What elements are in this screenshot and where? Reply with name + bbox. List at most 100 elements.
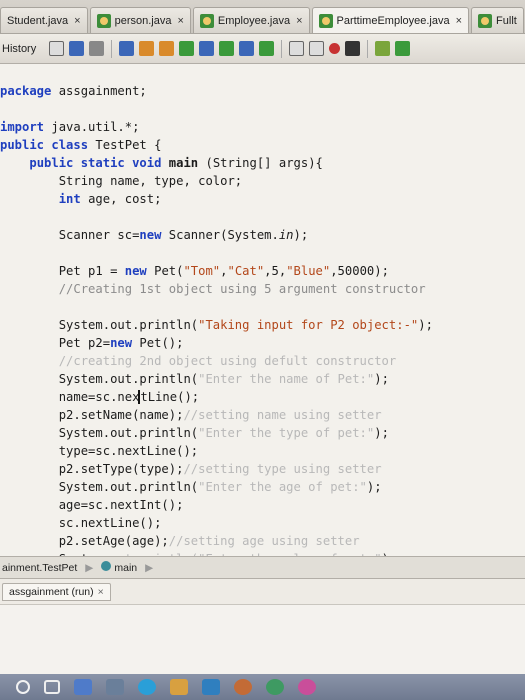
code-line: System.out.println("Enter the name of Pe… [0,370,525,388]
toggle-highlight-icon[interactable] [179,41,195,56]
tab-label: Fullt [496,14,517,27]
code-text: Pet p2= [58,336,111,350]
netbeans-icon[interactable] [234,679,252,695]
code-text: Pet p1 = [58,264,125,278]
editor-tab-strip: Student.java × person.java × Employee.ja… [0,0,525,34]
code-string: "Taking input for P2 object:-" [198,318,419,332]
code-text: ,50000); [330,264,389,278]
toolbar-separator [367,39,369,58]
toolbar-separator [281,39,283,58]
code-comment: //Creating 1st object using 5 argument c… [58,282,426,296]
code-line: name=sc.nextLine(); [0,388,525,406]
tab-employee-java[interactable]: Employee.java × [192,7,310,33]
folder-icon[interactable] [170,679,188,695]
code-text: type=sc.nextLine(); [58,444,199,458]
output-tab[interactable]: assgainment (run) × [2,582,111,601]
code-text: System.out.println( [58,426,199,440]
code-text: java.util.*; [51,120,140,134]
source-view-icon[interactable] [49,41,65,56]
store-icon[interactable] [106,679,124,695]
cortana-search-icon[interactable] [16,680,30,694]
back-icon[interactable] [89,41,105,56]
toggle-bookmark-icon[interactable] [259,41,275,56]
breadcrumb-class[interactable]: ainment.TestPet [2,562,77,574]
output-panel-header: assgainment (run) × [0,578,525,604]
code-line: type=sc.nextLine(); [0,442,525,460]
code-line: System.out.println("Taking input for P2 … [0,316,525,334]
code-text: p2.setName(name); [58,408,184,422]
method-icon [101,561,112,571]
breadcrumb-method-item[interactable]: main [101,561,137,574]
shift-right-icon[interactable] [309,41,325,56]
code-text: System.out.println( [58,318,199,332]
next-bookmark-icon[interactable] [239,41,255,56]
shift-left-icon[interactable] [289,41,305,56]
code-line: //creating 2nd object using defult const… [0,352,525,370]
code-text: ); [418,318,433,332]
code-line: p2.setType(type);//setting type using se… [0,460,525,478]
tab-student-java[interactable]: Student.java × [0,7,88,33]
close-icon[interactable]: × [456,15,462,27]
history-button[interactable]: History [2,43,36,55]
chevron-right-icon: ▶ [145,561,154,574]
code-text: System.out.println( [58,372,199,386]
code-text: ); [374,372,389,386]
code-line: System.out.println("Enter the age of pet… [0,478,525,496]
mail-icon[interactable] [202,679,220,695]
breadcrumb-method: main [114,562,138,574]
code-string: "Enter the type of pet:" [198,426,375,440]
code-text: age, cost; [88,192,162,206]
code-line: Pet p1 = new Pet("Tom","Cat",5,"Blue",50… [0,262,525,280]
chrome-icon[interactable] [266,679,284,695]
code-string: "Tom" [183,264,221,278]
tab-parttimeemployee-java[interactable]: ParttimeEmployee.java × [311,7,470,33]
output-console[interactable] [0,604,525,674]
code-line: sc.nextLine(); [0,514,525,532]
tab-label: ParttimeEmployee.java [336,14,450,27]
previous-bookmark-icon[interactable] [219,41,235,56]
code-text: p2.setAge(age); [58,534,169,548]
file-explorer-icon[interactable] [74,679,92,695]
code-line: String name, type, color; [0,172,525,190]
code-text: tLine(); [140,390,200,404]
find-previous-icon[interactable] [139,41,155,56]
code-text: main (String[] args){ [168,156,323,170]
java-file-icon [478,13,493,28]
code-line: package assgainment; [0,82,525,100]
java-file-icon [199,13,214,28]
tab-fulltime-java[interactable]: Fullt [471,7,524,33]
code-string: "Cat" [227,264,265,278]
uncomment-icon[interactable] [395,41,411,56]
find-icon[interactable] [119,41,135,56]
code-comment: //setting name using setter [183,408,382,422]
last-edit-icon[interactable] [69,41,85,56]
code-line: age=sc.nextInt(); [0,496,525,514]
start-macro-icon[interactable] [329,43,341,54]
close-icon[interactable]: × [177,15,183,27]
code-text: age=sc.nextInt(); [58,498,184,512]
task-view-icon[interactable] [44,680,60,694]
tab-person-java[interactable]: person.java × [89,7,191,33]
toolbar-separator [111,39,113,58]
java-file-icon [96,13,111,28]
code-line: import java.util.*; [0,118,525,136]
code-area[interactable]: package assgainment; import java.util.*;… [0,82,525,566]
photos-icon[interactable] [298,679,316,695]
code-editor[interactable]: package assgainment; import java.util.*;… [0,64,525,566]
code-keyword: new [124,264,147,278]
find-next-icon[interactable] [159,41,175,56]
code-keyword: import [0,120,45,134]
toggle-rect-select-icon[interactable] [199,41,215,56]
close-icon[interactable]: × [98,586,104,598]
tab-label: person.java [114,14,172,27]
code-line: public static void main (String[] args){ [0,154,525,172]
stop-macro-icon[interactable] [345,41,361,56]
code-text: sc.nextLine(); [58,516,162,530]
close-icon[interactable]: × [296,15,302,27]
close-icon[interactable]: × [74,15,80,27]
edge-browser-icon[interactable] [138,679,156,695]
comment-icon[interactable] [375,41,391,56]
code-text: ,5, [264,264,287,278]
